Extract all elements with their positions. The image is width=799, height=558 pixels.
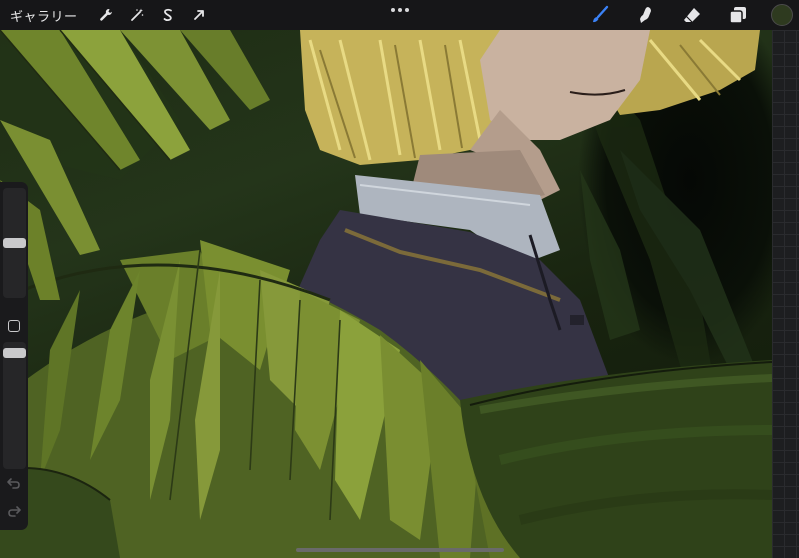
top-toolbar: ギャラリー [0,0,799,30]
brush-opacity-slider[interactable] [3,342,26,469]
brush-size-thumb[interactable] [3,238,26,248]
left-sidebar [0,182,28,530]
dot-icon [391,8,395,12]
smudge-icon [640,7,651,23]
transform-button[interactable] [188,4,210,26]
dot-icon [398,8,402,12]
layers-button[interactable] [725,2,751,28]
paint-tool-button[interactable] [587,2,613,28]
right-toolbar [587,0,799,30]
undo-icon [7,478,20,489]
color-swatch-button[interactable] [771,4,793,26]
modify-button[interactable] [8,320,20,332]
selection-s-icon [163,8,172,22]
brush-opacity-thumb[interactable] [3,348,26,358]
brush-icon [593,5,609,23]
procreate-app: ギャラリー [0,0,799,558]
redo-icon [8,506,21,517]
actions-button[interactable] [95,4,117,26]
adjustments-button[interactable] [126,4,148,26]
magic-wand-icon [130,8,143,21]
layers-icon [729,7,746,24]
drawing-canvas[interactable] [0,30,772,558]
wrench-icon [99,8,112,21]
artwork [0,30,772,558]
canvas-margin-grid [772,30,799,558]
brush-size-slider[interactable] [3,188,26,298]
selection-button[interactable] [157,4,179,26]
redo-button[interactable] [6,503,22,517]
home-indicator[interactable] [296,548,504,552]
erase-tool-button[interactable] [679,2,705,28]
dot-icon [405,8,409,12]
undo-button[interactable] [6,475,22,489]
more-options-handle[interactable] [391,5,409,15]
arrow-cursor-icon [193,10,204,20]
eraser-icon [684,8,700,23]
gallery-button[interactable]: ギャラリー [0,6,86,25]
smudge-tool-button[interactable] [633,2,659,28]
